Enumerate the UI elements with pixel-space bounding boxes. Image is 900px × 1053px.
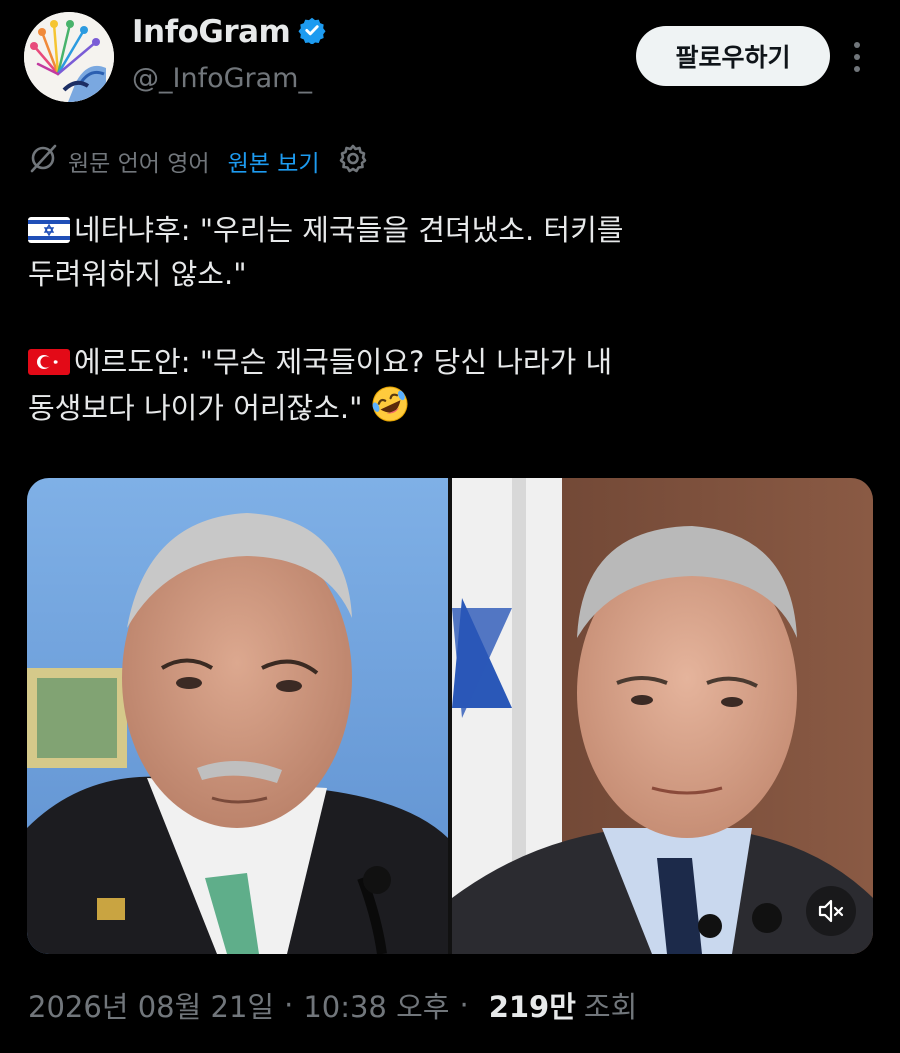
tweet-text: 네타냐후: "우리는 제국들을 견뎌냈소. 터키를 두려워하지 않소." 에르도… bbox=[28, 208, 868, 430]
photo-left[interactable] bbox=[27, 478, 448, 954]
show-original-link[interactable]: 원본 보기 bbox=[228, 144, 320, 178]
tweet-line: 동생보다 나이가 어리잖소." bbox=[28, 384, 868, 430]
translation-label: 원문 언어 영어 bbox=[68, 151, 210, 177]
handle[interactable]: @_InfoGram_ bbox=[132, 63, 312, 94]
turkey-flag-icon bbox=[28, 349, 70, 375]
logo-icon bbox=[24, 12, 114, 102]
tweet-line: 에르도안: "무슨 제국들이요? 당신 나라가 내 bbox=[28, 340, 868, 384]
israel-flag-icon bbox=[28, 217, 70, 243]
follow-button[interactable]: 팔로우하기 bbox=[636, 26, 830, 86]
translation-row: 원문 언어 영어 원본 보기 bbox=[28, 140, 368, 182]
verified-badge-icon bbox=[298, 16, 326, 48]
tweet-meta: 2026년 08월 21일 · 10:38 오후 · 219만 조회 bbox=[28, 984, 637, 1026]
display-name[interactable]: InfoGram bbox=[132, 14, 291, 50]
views-count: 219만 bbox=[488, 990, 576, 1024]
tweet-date[interactable]: 2026년 08월 21일 bbox=[28, 984, 274, 1026]
mute-button[interactable] bbox=[806, 886, 856, 936]
author-name-row[interactable]: InfoGram bbox=[132, 14, 326, 50]
tweet-time[interactable]: 10:38 오후 bbox=[303, 984, 449, 1026]
separator-dot: · bbox=[459, 988, 469, 1022]
speaker-muted-icon bbox=[818, 899, 844, 923]
tweet-line-3: 에르도안: "무슨 제국들이요? 당신 나라가 내 bbox=[74, 345, 613, 379]
tweet-line-2: 두려워하지 않소." bbox=[28, 257, 247, 291]
laughing-emoji-icon bbox=[372, 386, 408, 422]
separator-dot: · bbox=[284, 988, 294, 1022]
photo-right[interactable] bbox=[452, 478, 873, 954]
avatar[interactable] bbox=[24, 12, 114, 102]
tweet-line-1: 네타냐후: "우리는 제국들을 견뎌냈소. 터키를 bbox=[74, 213, 624, 247]
tweet-media[interactable] bbox=[27, 478, 873, 954]
views-label: 조회 bbox=[583, 990, 638, 1024]
more-vertical-icon[interactable] bbox=[846, 40, 868, 74]
translate-icon bbox=[28, 143, 58, 179]
gear-icon[interactable] bbox=[338, 143, 368, 179]
tweet-line: 네타냐후: "우리는 제국들을 견뎌냈소. 터키를 bbox=[28, 208, 868, 252]
tweet-line-4: 동생보다 나이가 어리잖소." bbox=[28, 391, 363, 425]
